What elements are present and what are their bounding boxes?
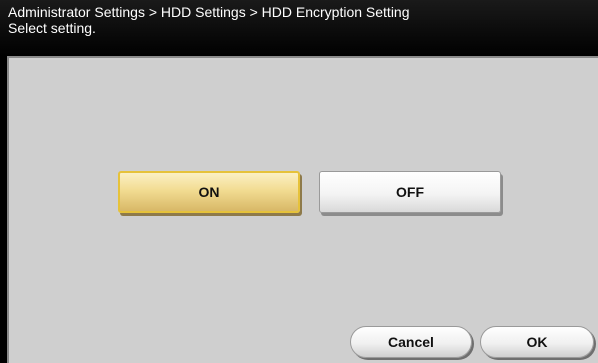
breadcrumb: Administrator Settings > HDD Settings > … [8, 4, 410, 20]
ok-button[interactable]: OK [480, 326, 594, 358]
settings-panel [7, 56, 598, 363]
on-button[interactable]: ON [118, 171, 300, 213]
cancel-button[interactable]: Cancel [350, 326, 472, 358]
instruction-text: Select setting. [8, 20, 96, 36]
screen: Administrator Settings > HDD Settings > … [0, 0, 598, 363]
on-button-label: ON [198, 184, 220, 200]
ok-button-label: OK [526, 334, 548, 350]
cancel-button-label: Cancel [388, 334, 434, 350]
off-button[interactable]: OFF [319, 171, 501, 213]
header-bar: Administrator Settings > HDD Settings > … [0, 0, 598, 56]
off-button-label: OFF [396, 184, 424, 200]
